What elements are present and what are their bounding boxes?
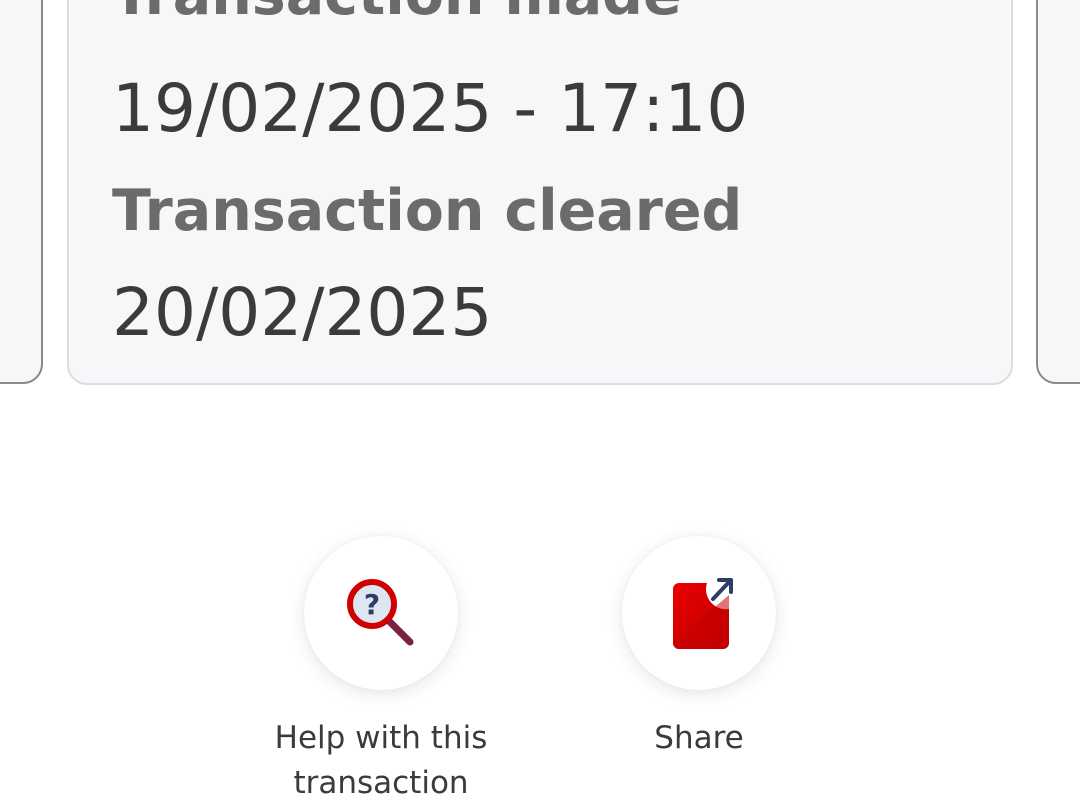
help-button-label: Help with this transaction [230,716,532,806]
share-button-label: Share [654,720,744,756]
help-with-transaction-button[interactable]: ? Help with this transaction [230,536,532,806]
previous-card[interactable] [0,0,43,384]
transaction-made-value: 19/02/2025 - 17:10 [112,70,749,147]
transaction-made-label: Transaction made [112,0,682,28]
magnifier-question-icon: ? [347,579,414,646]
transaction-cleared-label: Transaction cleared [112,178,743,244]
transaction-cleared-value: 20/02/2025 [112,274,493,351]
svg-text:?: ? [364,588,380,621]
help-icon-circle[interactable]: ? [304,536,458,690]
share-icon-circle[interactable] [622,536,776,690]
share-icon [673,578,733,649]
screen: Transaction made 19/02/2025 - 17:10 Tran… [0,0,1080,808]
help-label-line2: transaction [293,765,469,801]
help-label-line1: Help with this [274,720,488,756]
share-button[interactable]: Share [548,536,850,761]
next-card[interactable] [1036,0,1080,384]
